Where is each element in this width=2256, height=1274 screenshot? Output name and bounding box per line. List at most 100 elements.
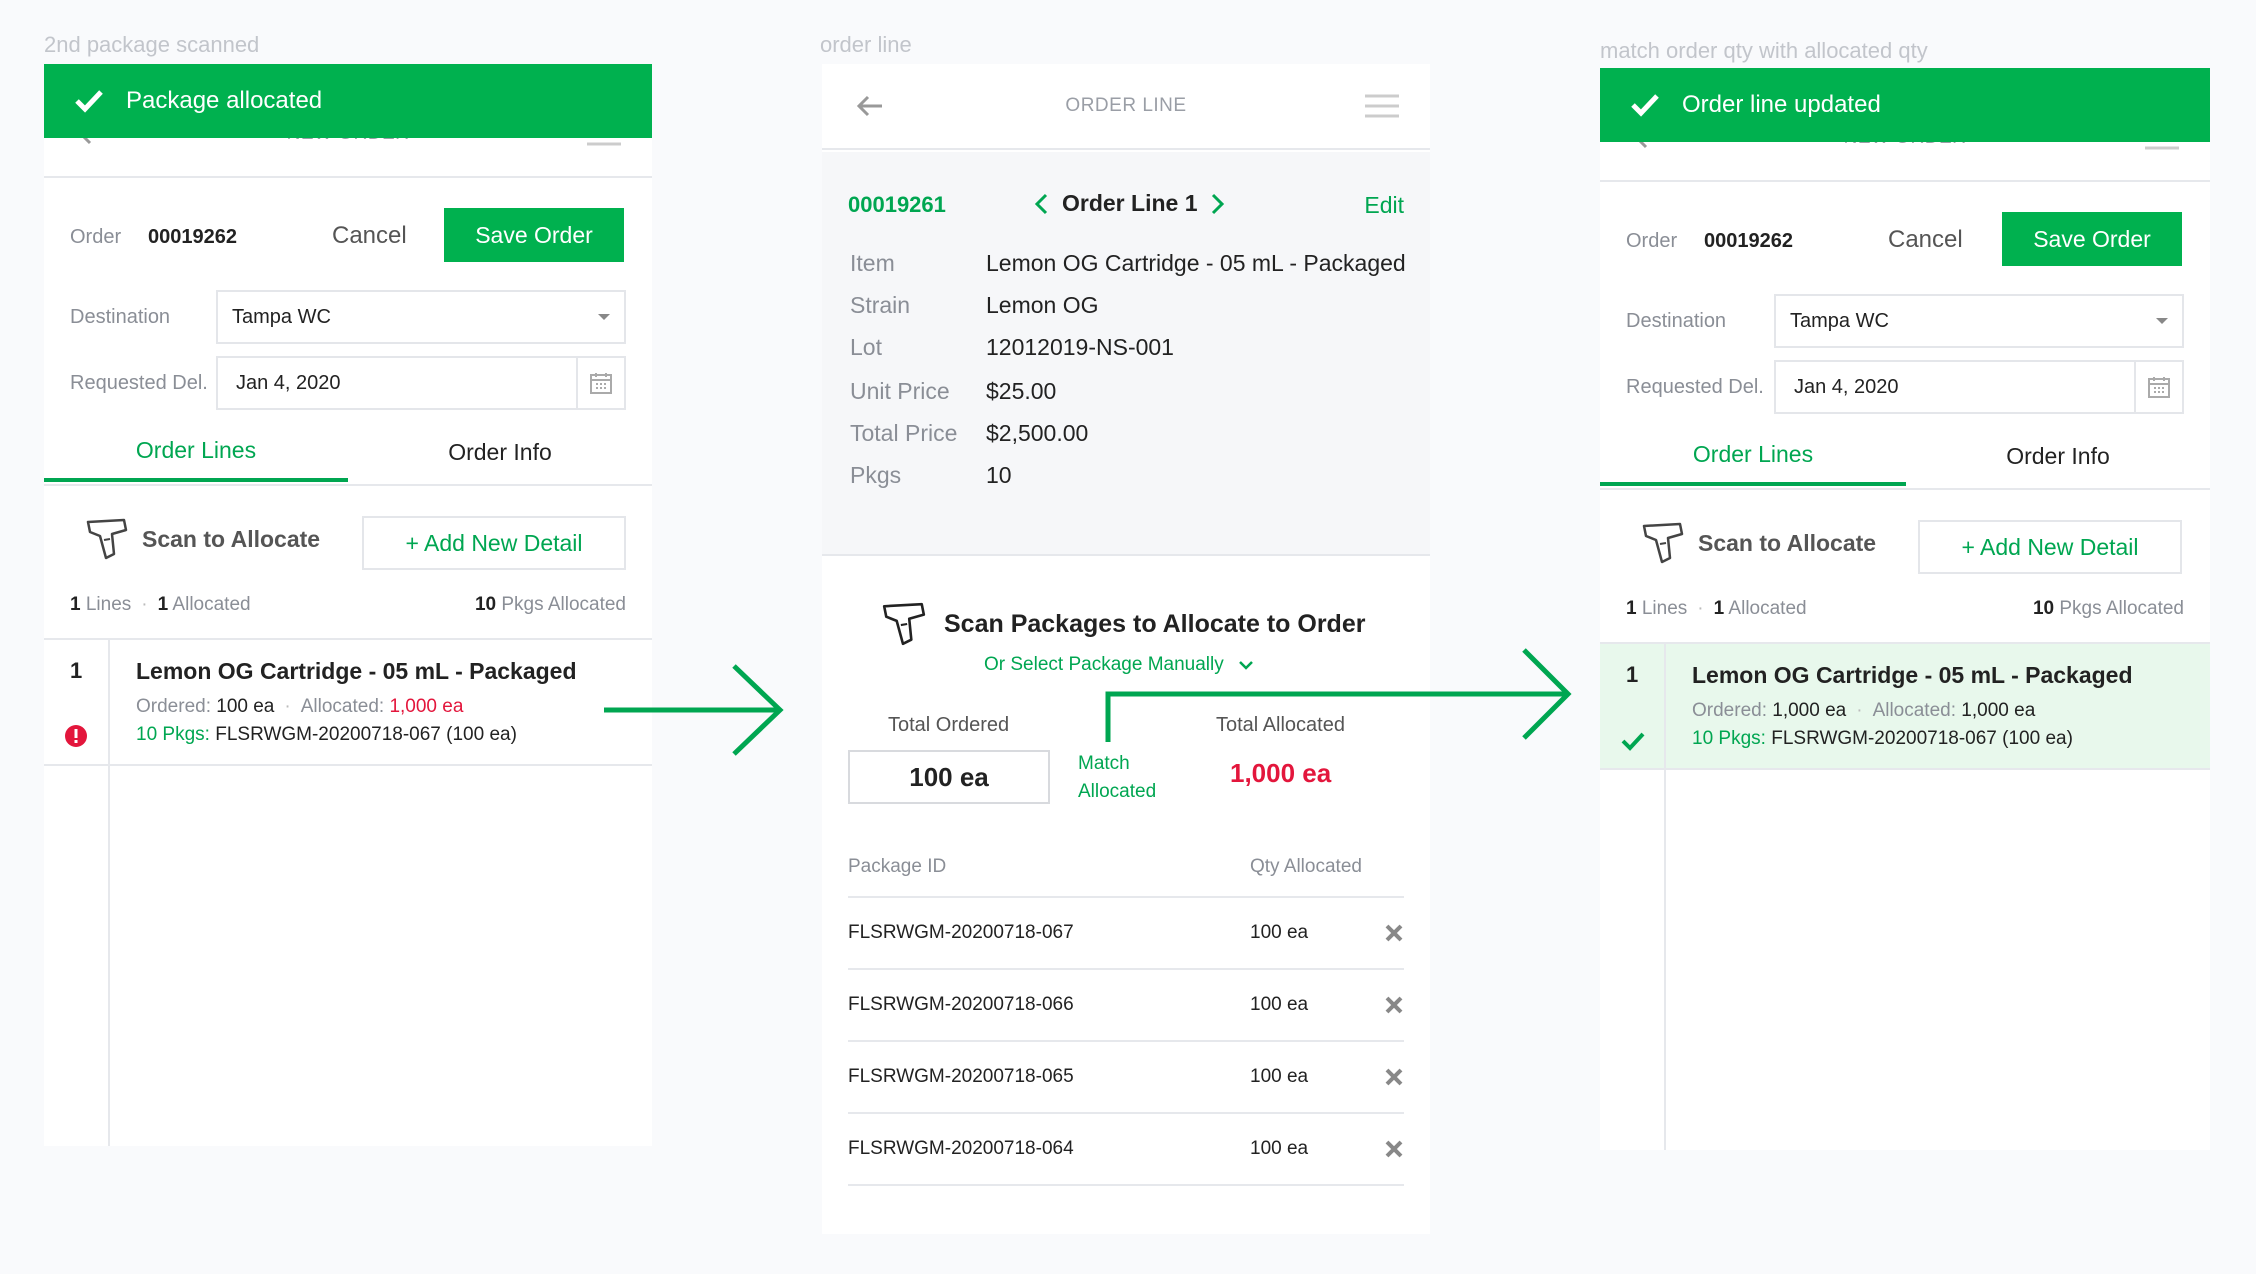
lines-label: Lines <box>1641 598 1688 619</box>
tab-order-info[interactable]: Order Info <box>1906 426 2210 486</box>
list-item[interactable]: 1 Lemon OG Cartridge - 05 mL - Packaged … <box>44 640 652 766</box>
tab-order-info[interactable]: Order Info <box>348 422 652 482</box>
header-title: ORDER LINE <box>1065 95 1187 116</box>
package-qty: 100 ea <box>1250 1138 1309 1159</box>
calendar-icon <box>590 373 612 394</box>
toast-package-allocated: Package allocated <box>44 64 652 138</box>
allocated-value: 1,000 ea <box>389 696 464 717</box>
save-order-button[interactable]: Save Order <box>2002 212 2182 266</box>
tab-order-lines[interactable]: Order Lines <box>44 422 348 482</box>
package-qty: 100 ea <box>1250 922 1309 943</box>
save-order-button[interactable]: Save Order <box>444 208 624 262</box>
allocated-label: Allocated: <box>1872 700 1957 721</box>
flow-arrow-icon <box>604 664 784 756</box>
requested-date-value: Jan 4, 2020 <box>1794 375 1899 398</box>
toast-order-line-updated: Order line updated <box>1600 68 2210 142</box>
check-icon <box>1621 732 1645 751</box>
chevron-down-icon <box>598 314 610 320</box>
pkgs-label: 10 Pkgs: <box>1692 728 1766 749</box>
col-qty-allocated: Qty Allocated <box>1250 856 1362 877</box>
close-icon[interactable] <box>1384 1067 1404 1087</box>
lines-count: 1 <box>1626 598 1637 619</box>
stats-pkgs: 10 Pkgs Allocated <box>475 594 626 616</box>
order-line-details: 00019261 Order Line 1 Edit Item Lemon OG… <box>822 152 1430 556</box>
scan-packages-label: Scan Packages to Allocate to Order <box>944 609 1366 638</box>
line-item-name: Lemon OG Cartridge - 05 mL - Packaged <box>1692 662 2133 688</box>
requested-date-input[interactable]: Jan 4, 2020 <box>216 356 578 410</box>
ordered-value: 100 ea <box>216 696 275 717</box>
detail-value: 10 <box>986 462 1012 488</box>
total-allocated-value: 1,000 ea <box>1230 758 1332 788</box>
scan-to-allocate-button[interactable]: Scan to Allocate <box>1640 520 1876 566</box>
pkgs-label: 10 Pkgs: <box>136 724 210 745</box>
line-number: 1 <box>70 658 83 683</box>
lines-count: 1 <box>70 594 81 615</box>
destination-select[interactable]: Tampa WC <box>1774 294 2184 348</box>
detail-value: $2,500.00 <box>986 420 1089 446</box>
allocated-label: Allocated: <box>300 696 385 717</box>
scan-to-allocate-button[interactable]: Scan to Allocate <box>84 516 320 562</box>
pkgs-label: Pkgs Allocated <box>2059 598 2184 619</box>
table-row: FLSRWGM-20200718-064 100 ea <box>848 1114 1404 1186</box>
order-number: 00019262 <box>148 226 237 248</box>
requested-date-value: Jan 4, 2020 <box>236 371 341 394</box>
detail-label: Strain <box>850 292 911 318</box>
menu-button[interactable] <box>1362 86 1402 126</box>
chevron-left-icon[interactable] <box>1034 193 1050 215</box>
total-ordered-text: 100 ea <box>909 761 989 792</box>
add-new-detail-button[interactable]: + Add New Detail <box>362 516 626 570</box>
scanner-icon <box>1642 522 1684 564</box>
header: ORDER LINE <box>822 64 1430 150</box>
ordered-label: Ordered: <box>1692 700 1767 721</box>
total-ordered-label: Total Ordered <box>888 714 1010 736</box>
line-number: 1 <box>1626 662 1639 687</box>
ordered-label: Ordered: <box>136 696 211 717</box>
destination-value: Tampa WC <box>1790 309 1889 332</box>
destination-select[interactable]: Tampa WC <box>216 290 626 344</box>
order-number-link[interactable]: 00019261 <box>848 192 946 218</box>
detail-label: Unit Price <box>850 378 950 404</box>
back-button[interactable] <box>850 86 890 126</box>
chevron-right-icon[interactable] <box>1209 193 1225 215</box>
close-icon[interactable] <box>1384 1139 1404 1159</box>
detail-label: Item <box>850 250 895 276</box>
calendar-button[interactable] <box>576 356 626 410</box>
menu-icon <box>1364 94 1399 118</box>
package-qty: 100 ea <box>1250 994 1309 1015</box>
requested-date-input[interactable]: Jan 4, 2020 <box>1774 360 2136 414</box>
add-new-detail-button[interactable]: + Add New Detail <box>1918 520 2182 574</box>
check-icon <box>75 90 103 113</box>
caption-left: 2nd package scanned <box>44 32 260 57</box>
order-lines-list: 1 Lemon OG Cartridge - 05 mL - Packaged … <box>44 638 652 1146</box>
scanner-icon <box>882 602 926 646</box>
line-packages: 10 Pkgs: FLSRWGM-20200718-067 (100 ea) <box>136 724 517 746</box>
error-icon <box>65 725 87 747</box>
destination-label: Destination <box>70 306 171 328</box>
cancel-button[interactable]: Cancel <box>332 222 407 250</box>
close-icon[interactable] <box>1384 995 1404 1015</box>
order-line-label: Order Line 1 <box>1062 190 1198 216</box>
calendar-button[interactable] <box>2134 360 2184 414</box>
caption-middle: order line <box>820 32 912 57</box>
scan-label: Scan to Allocate <box>1698 529 1877 556</box>
scan-label: Scan to Allocate <box>142 525 321 552</box>
edit-link[interactable]: Edit <box>1364 192 1404 219</box>
pkgs-value: FLSRWGM-20200718-067 (100 ea) <box>215 724 517 745</box>
flow-arrow-icon <box>1105 648 1572 742</box>
close-icon[interactable] <box>1384 923 1404 943</box>
requested-label: Requested Del. <box>1626 376 1764 398</box>
match-label-line2: Allocated <box>1078 781 1157 802</box>
allocated-label: Allocated <box>172 594 251 615</box>
list-item-content: 1 Lemon OG Cartridge - 05 mL - Packaged … <box>1600 644 2210 770</box>
stats-pkgs: 10 Pkgs Allocated <box>2033 598 2184 620</box>
match-allocated-button[interactable]: Match Allocated <box>1078 750 1156 806</box>
tab-order-lines[interactable]: Order Lines <box>1600 426 1906 486</box>
pkgs-value: FLSRWGM-20200718-067 (100 ea) <box>1771 728 2073 749</box>
line-packages: 10 Pkgs: FLSRWGM-20200718-067 (100 ea) <box>1692 728 2073 750</box>
destination-value: Tampa WC <box>232 305 331 328</box>
package-id: FLSRWGM-20200718-064 <box>848 1138 1074 1159</box>
cancel-button[interactable]: Cancel <box>1888 226 1963 254</box>
detail-label: Total Price <box>850 420 958 446</box>
tab-divider <box>44 484 652 486</box>
chevron-down-icon <box>2156 318 2168 324</box>
